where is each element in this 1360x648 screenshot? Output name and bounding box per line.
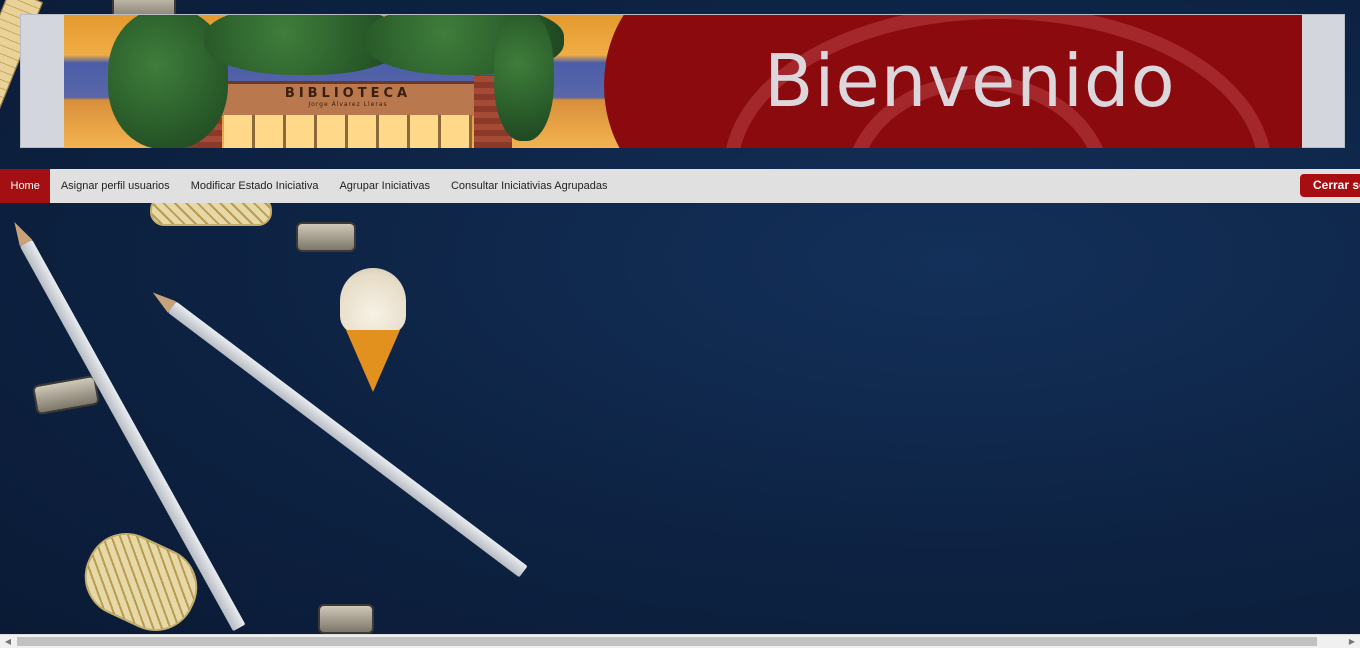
library-sign-title: BIBLIOTECA: [284, 86, 412, 101]
nav-item-modify-initiative-status[interactable]: Modificar Estado Iniciativa: [180, 169, 329, 203]
nav-item-view-grouped-initiatives[interactable]: Consultar Iniciativias Agrupadas: [440, 169, 618, 203]
binder-clip-decoration: [31, 374, 101, 416]
binder-clip-decoration: [318, 604, 374, 634]
scrollbar-thumb[interactable]: [17, 637, 1317, 646]
ice-cream-eraser-decoration: [340, 268, 406, 392]
scroll-right-icon[interactable]: ▶: [1344, 635, 1360, 648]
library-sign-subtitle: Jorge Álvarez Lleras: [308, 101, 388, 108]
library-sign: BIBLIOTECA Jorge Álvarez Lleras: [222, 81, 474, 116]
page: BIBLIOTECA Jorge Álvarez Lleras Bienveni…: [0, 0, 1360, 648]
scroll-left-icon[interactable]: ◀: [0, 635, 16, 648]
nav-item-home[interactable]: Home: [0, 169, 51, 203]
welcome-title: Bienvenido: [764, 39, 1176, 123]
library-photo: BIBLIOTECA Jorge Álvarez Lleras: [64, 15, 684, 148]
nav-item-assign-user-profile[interactable]: Asignar perfil usuarios: [50, 169, 180, 203]
header-banner: BIBLIOTECA Jorge Álvarez Lleras Bienveni…: [64, 15, 1302, 148]
horizontal-scrollbar[interactable]: ◀ ▶: [0, 634, 1360, 648]
binder-clip-decoration: [296, 222, 356, 252]
main-nav: Home Asignar perfil usuarios Modificar E…: [0, 169, 1360, 203]
logout-button[interactable]: Cerrar sesión: [1300, 174, 1360, 197]
nav-item-group-initiatives[interactable]: Agrupar Iniciativas: [329, 169, 441, 203]
